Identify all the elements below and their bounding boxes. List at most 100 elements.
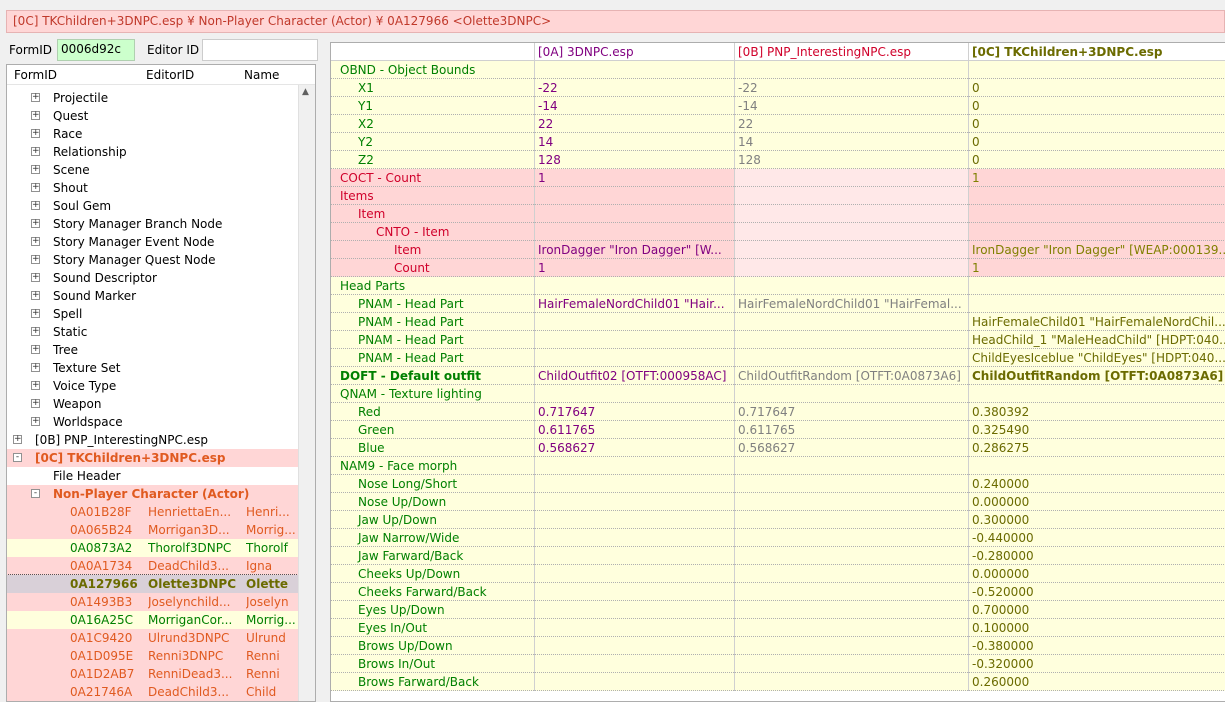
grid-row[interactable]: NAM9 - Face morph — [331, 457, 1225, 475]
grid-cell-0c[interactable]: 0.240000 — [968, 475, 1225, 493]
grid-cell-0b[interactable] — [734, 511, 968, 529]
grid-row[interactable]: COCT - Count 1 1 — [331, 169, 1225, 187]
tree-group-row[interactable]: + Tree — [7, 341, 300, 359]
expand-plus-icon[interactable]: + — [31, 363, 40, 372]
expand-plus-icon[interactable]: + — [31, 399, 40, 408]
grid-cell-0c[interactable] — [968, 187, 1225, 205]
grid-row[interactable]: Items — [331, 187, 1225, 205]
grid-cell-0a[interactable]: 1 — [534, 169, 734, 187]
grid-cell-0a[interactable]: 0.611765 — [534, 421, 734, 439]
grid-cell-0a[interactable] — [534, 205, 734, 223]
grid-row[interactable]: QNAM - Texture lighting — [331, 385, 1225, 403]
record-compare-grid[interactable]: [0A] 3DNPC.esp [0B] PNP_InterestingNPC.e… — [330, 42, 1225, 702]
grid-cell-0c[interactable]: 0 — [968, 133, 1225, 151]
tree-group-row[interactable]: + Shout — [7, 179, 300, 197]
grid-cell-0a[interactable] — [534, 529, 734, 547]
grid-cell-0c[interactable] — [968, 457, 1225, 475]
grid-cell-0b[interactable]: 22 — [734, 115, 968, 133]
grid-cell-0a[interactable] — [534, 619, 734, 637]
tree-group-row[interactable]: + Quest — [7, 107, 300, 125]
tree-group-row[interactable]: + Worldspace — [7, 413, 300, 431]
grid-row[interactable]: Brows In/Out -0.320000 — [331, 655, 1225, 673]
grid-col-header-0b[interactable]: [0B] PNP_InterestingNPC.esp — [734, 43, 968, 61]
grid-cell-0a[interactable] — [534, 475, 734, 493]
tree-plugin-0b[interactable]: + [0B] PNP_InterestingNPC.esp — [7, 431, 300, 449]
grid-row[interactable]: Jaw Up/Down 0.300000 — [331, 511, 1225, 529]
collapse-minus-icon[interactable]: - — [31, 489, 40, 498]
grid-row[interactable]: CNTO - Item — [331, 223, 1225, 241]
grid-cell-0a[interactable] — [534, 565, 734, 583]
grid-cell-0a[interactable]: 128 — [534, 151, 734, 169]
grid-row[interactable]: Y1 -14 -14 0 — [331, 97, 1225, 115]
grid-cell-0b[interactable] — [734, 655, 968, 673]
grid-cell-0a[interactable] — [534, 187, 734, 205]
grid-cell-0b[interactable] — [734, 673, 968, 691]
grid-cell-0b[interactable] — [734, 205, 968, 223]
grid-row[interactable]: PNAM - Head Part HairFemaleNordChild01 "H… — [331, 295, 1225, 313]
tree-group-row[interactable]: + Voice Type — [7, 377, 300, 395]
expand-plus-icon[interactable]: + — [31, 273, 40, 282]
expand-plus-icon[interactable]: + — [31, 237, 40, 246]
grid-cell-0c[interactable]: 0.000000 — [968, 493, 1225, 511]
expand-plus-icon[interactable]: + — [31, 147, 40, 156]
grid-cell-0b[interactable] — [734, 475, 968, 493]
grid-cell-0b[interactable] — [734, 223, 968, 241]
grid-row[interactable]: Count 1 1 — [331, 259, 1225, 277]
grid-cell-0b[interactable] — [734, 187, 968, 205]
grid-cell-0b[interactable] — [734, 385, 968, 403]
grid-cell-0c[interactable] — [968, 223, 1225, 241]
expand-plus-icon[interactable]: + — [31, 291, 40, 300]
expand-plus-icon[interactable]: + — [31, 417, 40, 426]
grid-cell-0a[interactable]: 14 — [534, 133, 734, 151]
grid-cell-0c[interactable]: ChildOutfitRandom [OTFT:0A0873A6] — [968, 367, 1225, 385]
npc-record-row[interactable]: 0A1C9420 Ulrund3DNPC Ulrund — [7, 629, 300, 647]
tree-group-row[interactable]: + Soul Gem — [7, 197, 300, 215]
grid-row[interactable]: Jaw Narrow/Wide -0.440000 — [331, 529, 1225, 547]
formid-search-input[interactable]: 0006d92c — [57, 39, 135, 61]
expand-plus-icon[interactable]: + — [13, 435, 22, 444]
grid-row[interactable]: OBND - Object Bounds — [331, 61, 1225, 79]
grid-row[interactable]: Green 0.611765 0.611765 0.325490 — [331, 421, 1225, 439]
grid-cell-0c[interactable] — [968, 385, 1225, 403]
grid-row[interactable]: Brows Farward/Back 0.260000 — [331, 673, 1225, 691]
grid-cell-0b[interactable]: 0.717647 — [734, 403, 968, 421]
grid-cell-0a[interactable] — [534, 385, 734, 403]
expand-plus-icon[interactable]: + — [31, 219, 40, 228]
grid-cell-0c[interactable]: 0.100000 — [968, 619, 1225, 637]
grid-cell-0a[interactable] — [534, 655, 734, 673]
expand-plus-icon[interactable]: + — [31, 345, 40, 354]
expand-plus-icon[interactable]: + — [31, 93, 40, 102]
grid-cell-0b[interactable] — [734, 331, 968, 349]
expand-plus-icon[interactable]: + — [31, 165, 40, 174]
grid-cell-0c[interactable]: -0.320000 — [968, 655, 1225, 673]
grid-cell-0c[interactable]: 0 — [968, 97, 1225, 115]
grid-cell-0b[interactable] — [734, 493, 968, 511]
expand-plus-icon[interactable]: + — [31, 183, 40, 192]
grid-cell-0b[interactable] — [734, 529, 968, 547]
grid-cell-0c[interactable]: 0.325490 — [968, 421, 1225, 439]
grid-row[interactable]: Red 0.717647 0.717647 0.380392 — [331, 403, 1225, 421]
record-tree[interactable]: FormID EditorID Name + Projectile + Quest + R… — [6, 64, 316, 702]
grid-cell-0b[interactable] — [734, 169, 968, 187]
grid-cell-0c[interactable] — [968, 205, 1225, 223]
grid-cell-0a[interactable] — [534, 637, 734, 655]
npc-record-row[interactable]: 0A21746A DeadChild3... Child — [7, 683, 300, 701]
grid-cell-0b[interactable]: HairFemaleNordChild01 "HairFemal... — [734, 295, 968, 313]
grid-cell-0c[interactable]: HairFemaleChild01 "HairFemaleNordChil... — [968, 313, 1225, 331]
grid-cell-0b[interactable] — [734, 313, 968, 331]
grid-cell-0a[interactable]: 1 — [534, 259, 734, 277]
grid-cell-0b[interactable] — [734, 241, 968, 259]
grid-cell-0b[interactable] — [734, 349, 968, 367]
grid-cell-0c[interactable]: 0 — [968, 79, 1225, 97]
grid-row[interactable]: Y2 14 14 0 — [331, 133, 1225, 151]
grid-row[interactable]: PNAM - Head Part HeadChild_1 "MaleHeadChi… — [331, 331, 1225, 349]
tree-group-row[interactable]: + Relationship — [7, 143, 300, 161]
tree-plugin-0c[interactable]: - [0C] TKChildren+3DNPC.esp — [7, 449, 300, 467]
grid-cell-0b[interactable] — [734, 637, 968, 655]
grid-cell-0a[interactable] — [534, 331, 734, 349]
grid-cell-0b[interactable] — [734, 601, 968, 619]
grid-row[interactable]: Nose Up/Down 0.000000 — [331, 493, 1225, 511]
tree-file-header[interactable]: File Header — [7, 467, 300, 485]
grid-cell-0a[interactable]: -14 — [534, 97, 734, 115]
grid-row[interactable]: Item IronDagger "Iron Dagger" [W... IronDa… — [331, 241, 1225, 259]
